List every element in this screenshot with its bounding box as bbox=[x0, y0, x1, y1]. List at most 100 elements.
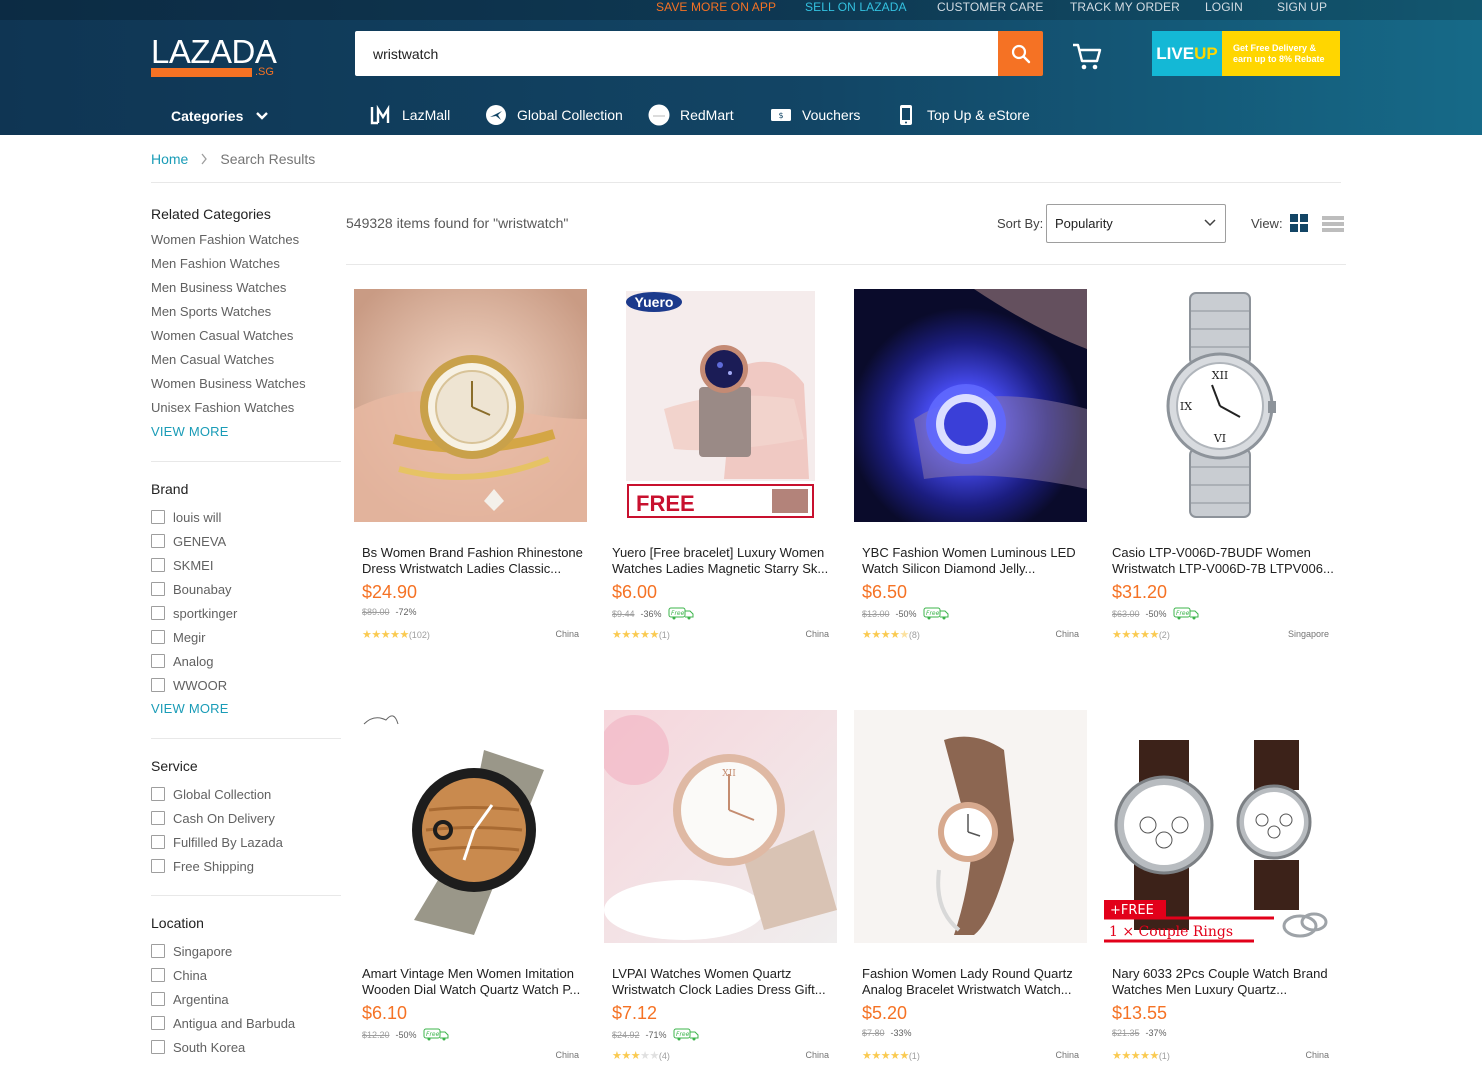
location-filter-option[interactable]: Argentina bbox=[151, 987, 341, 1011]
liveup-banner[interactable]: LIVEUP Get Free Delivery & earn up to 8%… bbox=[1152, 31, 1340, 76]
brand-view-more-link[interactable]: VIEW MORE bbox=[151, 697, 341, 721]
signup-link[interactable]: SIGN UP bbox=[1277, 0, 1327, 14]
product-title[interactable]: YBC Fashion Women Luminous LED Watch Sil… bbox=[862, 545, 1084, 577]
option-label: Free Shipping bbox=[173, 858, 254, 874]
customer-care-link[interactable]: CUSTOMER CARE bbox=[937, 0, 1043, 14]
nav-lazmall[interactable]: LazMall bbox=[370, 103, 450, 127]
product-image[interactable] bbox=[354, 710, 587, 943]
nav-vouchers[interactable]: $ Vouchers bbox=[770, 103, 860, 127]
checkbox[interactable] bbox=[151, 992, 165, 1006]
product-title[interactable]: Casio LTP-V006D-7BUDF Women Wristwatch L… bbox=[1112, 545, 1334, 577]
checkbox[interactable] bbox=[151, 944, 165, 958]
checkbox[interactable] bbox=[151, 534, 165, 548]
location-filter-option[interactable]: Singapore bbox=[151, 939, 341, 963]
rating: ★★★★★ (1) bbox=[612, 628, 670, 641]
product-card[interactable]: XII LVPAI Watches Women Quartz Wristwatc… bbox=[604, 710, 837, 1090]
product-image[interactable]: XII VI IX bbox=[1104, 289, 1337, 522]
brand-filter-option[interactable]: Bounabay bbox=[151, 577, 341, 601]
category-link[interactable]: Men Casual Watches bbox=[151, 348, 341, 372]
sell-on-lazada-link[interactable]: SELL ON LAZADA bbox=[805, 0, 907, 14]
product-card[interactable]: YBC Fashion Women Luminous LED Watch Sil… bbox=[854, 289, 1087, 669]
category-link[interactable]: Women Business Watches bbox=[151, 372, 341, 396]
cart-button[interactable] bbox=[1070, 40, 1104, 72]
checkbox[interactable] bbox=[151, 968, 165, 982]
nav-global-collection[interactable]: Global Collection bbox=[485, 103, 623, 127]
location-filter-option[interactable]: China bbox=[151, 963, 341, 987]
service-filter-option[interactable]: Fulfilled By Lazada bbox=[151, 830, 341, 854]
product-card[interactable]: +FREE 1 × Couple Rings Nary 6033 2Pcs Co… bbox=[1104, 710, 1337, 1090]
product-image[interactable]: FREE Yuero bbox=[604, 289, 837, 522]
category-link[interactable]: Unisex Fashion Watches bbox=[151, 396, 341, 420]
list-view-icon[interactable] bbox=[1322, 215, 1344, 233]
categories-view-more-link[interactable]: VIEW MORE bbox=[151, 420, 341, 444]
brand-filter-option[interactable]: Analog bbox=[151, 649, 341, 673]
product-title[interactable]: Yuero [Free bracelet] Luxury Women Watch… bbox=[612, 545, 834, 577]
checkbox[interactable] bbox=[151, 678, 165, 692]
brand-filter-option[interactable]: Megir bbox=[151, 625, 341, 649]
checkbox[interactable] bbox=[151, 558, 165, 572]
lazada-logo[interactable]: LAZADA .SG bbox=[151, 35, 281, 79]
checkbox[interactable] bbox=[151, 859, 165, 873]
product-title[interactable]: Fashion Women Lady Round Quartz Analog B… bbox=[862, 966, 1084, 998]
checkbox[interactable] bbox=[151, 606, 165, 620]
brand-filter-option[interactable]: sportkinger bbox=[151, 601, 341, 625]
logo-region: .SG bbox=[255, 66, 274, 78]
service-filter-option[interactable]: Free Shipping bbox=[151, 854, 341, 878]
category-link[interactable]: Men Fashion Watches bbox=[151, 252, 341, 276]
product-title[interactable]: Nary 6033 2Pcs Couple Watch Brand Watche… bbox=[1112, 966, 1334, 998]
search-input[interactable] bbox=[355, 31, 998, 76]
login-link[interactable]: LOGIN bbox=[1205, 0, 1243, 14]
sort-dropdown[interactable]: Popularity bbox=[1046, 204, 1226, 243]
divider bbox=[151, 461, 341, 462]
grid-view-icon[interactable] bbox=[1290, 214, 1308, 232]
save-more-on-app-link[interactable]: SAVE MORE ON APP bbox=[656, 0, 776, 14]
product-image[interactable]: XII bbox=[604, 710, 837, 943]
checkbox[interactable] bbox=[151, 787, 165, 801]
search-button[interactable] bbox=[998, 31, 1043, 76]
checkbox[interactable] bbox=[151, 835, 165, 849]
product-image[interactable] bbox=[354, 289, 587, 522]
nav-topup-estore[interactable]: Top Up & eStore bbox=[895, 103, 1030, 127]
categories-menu[interactable]: Categories bbox=[171, 108, 269, 124]
rating: ★★★★★ (2) bbox=[1112, 628, 1170, 641]
product-image[interactable]: +FREE 1 × Couple Rings bbox=[1104, 710, 1337, 943]
star-rating: ★★★★★ bbox=[862, 629, 909, 641]
checkbox[interactable] bbox=[151, 582, 165, 596]
checkbox[interactable] bbox=[151, 1040, 165, 1054]
checkbox[interactable] bbox=[151, 654, 165, 668]
brand-filter-option[interactable]: louis will bbox=[151, 505, 341, 529]
product-card[interactable]: Fashion Women Lady Round Quartz Analog B… bbox=[854, 710, 1087, 1090]
product-image[interactable] bbox=[854, 289, 1087, 522]
product-title[interactable]: LVPAI Watches Women Quartz Wristwatch Cl… bbox=[612, 966, 834, 998]
checkbox[interactable] bbox=[151, 510, 165, 524]
sort-value: Popularity bbox=[1055, 216, 1113, 231]
original-price: $89.00 bbox=[362, 607, 390, 617]
product-card[interactable]: Bs Women Brand Fashion Rhinestone Dress … bbox=[354, 289, 587, 669]
product-image[interactable] bbox=[854, 710, 1087, 943]
service-filter-option[interactable]: Cash On Delivery bbox=[151, 806, 341, 830]
category-link[interactable]: Women Fashion Watches bbox=[151, 228, 341, 252]
checkbox[interactable] bbox=[151, 1016, 165, 1030]
product-title[interactable]: Amart Vintage Men Women Imitation Wooden… bbox=[362, 966, 584, 998]
breadcrumb-home-link[interactable]: Home bbox=[151, 151, 188, 167]
product-price: $13.55 bbox=[1112, 1003, 1168, 1023]
service-filter-option[interactable]: Global Collection bbox=[151, 782, 341, 806]
svg-text:$: $ bbox=[778, 111, 783, 120]
nav-redmart[interactable]: RedMart bbox=[648, 103, 734, 127]
location-filter-option[interactable]: Antigua and Barbuda bbox=[151, 1011, 341, 1035]
category-link[interactable]: Women Casual Watches bbox=[151, 324, 341, 348]
product-card[interactable]: FREE Yuero Yuero [Free bracelet] Luxury … bbox=[604, 289, 837, 669]
brand-filter-option[interactable]: SKMEI bbox=[151, 553, 341, 577]
brand-filter-option[interactable]: GENEVA bbox=[151, 529, 341, 553]
original-price-row: $24.92 -71% Free bbox=[612, 1028, 699, 1041]
brand-filter-option[interactable]: WWOOR bbox=[151, 673, 341, 697]
product-card[interactable]: XII VI IX Casio LTP-V006D-7BUDF Women Wr… bbox=[1104, 289, 1337, 669]
product-title[interactable]: Bs Women Brand Fashion Rhinestone Dress … bbox=[362, 545, 584, 577]
location-filter-option[interactable]: South Korea bbox=[151, 1035, 341, 1059]
product-card[interactable]: Amart Vintage Men Women Imitation Wooden… bbox=[354, 710, 587, 1090]
checkbox[interactable] bbox=[151, 811, 165, 825]
track-my-order-link[interactable]: TRACK MY ORDER bbox=[1070, 0, 1180, 14]
category-link[interactable]: Men Sports Watches bbox=[151, 300, 341, 324]
checkbox[interactable] bbox=[151, 630, 165, 644]
category-link[interactable]: Men Business Watches bbox=[151, 276, 341, 300]
